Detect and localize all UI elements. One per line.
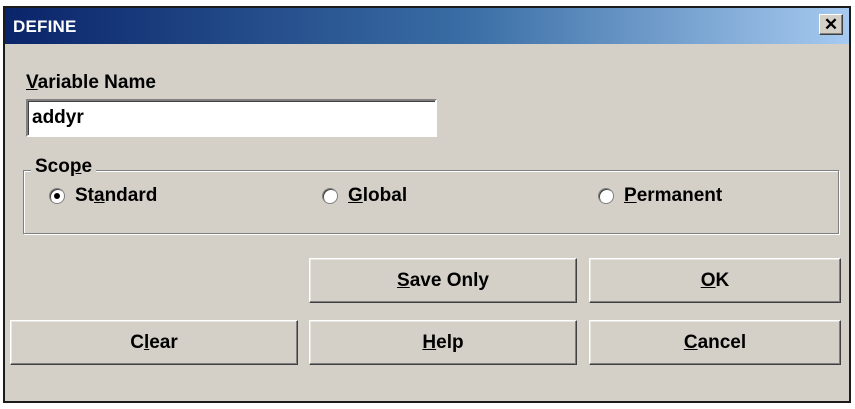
save-only-button[interactable]: Save Only bbox=[309, 258, 577, 303]
radio-unchecked-icon bbox=[598, 188, 614, 204]
radio-permanent-label: Permanent bbox=[624, 185, 723, 206]
radio-global-label: Global bbox=[348, 185, 408, 206]
radio-unchecked-icon bbox=[322, 188, 338, 204]
radio-standard-label: Standard bbox=[75, 185, 158, 206]
variable-name-input[interactable] bbox=[26, 99, 437, 137]
variable-name-label: Variable Name bbox=[26, 72, 156, 93]
cancel-button[interactable]: Cancel bbox=[589, 320, 841, 365]
title-bar[interactable]: DEFINE ✕ bbox=[5, 8, 849, 44]
radio-checked-icon bbox=[49, 188, 65, 204]
define-dialog: DEFINE ✕ Variable Name Scope Standard Gl… bbox=[3, 6, 851, 403]
radio-permanent[interactable]: Permanent bbox=[598, 185, 722, 207]
window-title: DEFINE bbox=[13, 17, 77, 36]
ok-button[interactable]: OK bbox=[589, 258, 841, 303]
help-button[interactable]: Help bbox=[309, 320, 577, 365]
close-icon: ✕ bbox=[823, 14, 839, 34]
clear-button[interactable]: Cl ear bbox=[10, 320, 298, 365]
radio-global[interactable]: Global bbox=[322, 185, 407, 207]
close-button[interactable]: ✕ bbox=[819, 14, 843, 35]
scope-label: Scope bbox=[31, 156, 97, 178]
radio-standard[interactable]: Standard bbox=[49, 185, 157, 207]
